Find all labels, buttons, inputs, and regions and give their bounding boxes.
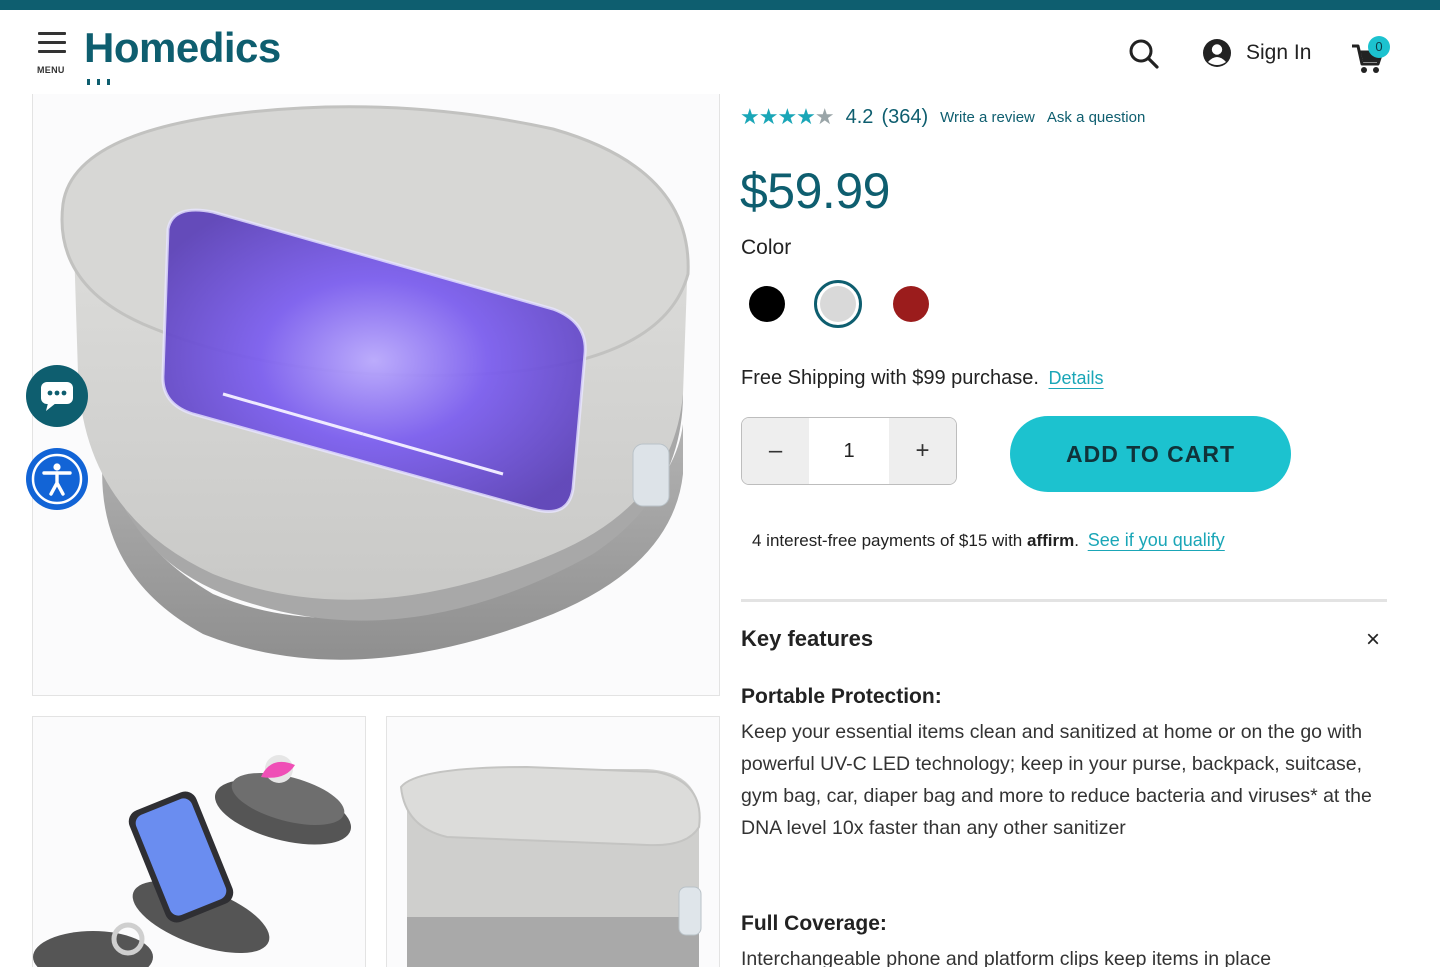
main-product-image[interactable] — [32, 94, 720, 696]
review-count[interactable]: (364) — [881, 106, 928, 129]
affirm-text: 4 interest-free payments of $15 with — [752, 531, 1023, 550]
cart-button[interactable]: 0 — [1350, 36, 1394, 74]
feature-description: Keep your essential items clean and sani… — [741, 721, 1372, 839]
affirm-logo: affirm — [1026, 531, 1075, 550]
feature-heading: Portable Protection: — [741, 685, 942, 708]
product-rating: ★★★★★ 4.2 (364) Write a review Ask a que… — [740, 104, 1145, 130]
user-icon — [1203, 39, 1231, 67]
swatch-dot — [749, 286, 785, 322]
swatch-dot — [893, 286, 929, 322]
rating-score: 4.2 — [845, 105, 874, 128]
menu-icon-bar — [38, 41, 66, 44]
bag-side-image — [399, 765, 702, 967]
feature-heading: Full Coverage: — [741, 912, 887, 935]
chat-button[interactable] — [26, 365, 88, 427]
key-features-title[interactable]: Key features — [741, 626, 873, 652]
ask-question-link[interactable]: Ask a question — [1047, 109, 1145, 126]
quantity-stepper: – 1 + — [741, 417, 957, 485]
affirm-qualify-link[interactable]: See if you qualify — [1088, 530, 1225, 550]
affirm-financing: 4 interest-free payments of $15 with aff… — [752, 530, 1225, 551]
thumbnail-bag-side[interactable] — [386, 716, 720, 967]
site-header: MENU Homedics Sign In 0 — [0, 10, 1440, 94]
phone-clips-image — [33, 755, 352, 967]
color-swatch-black[interactable] — [743, 280, 791, 328]
swatch-dot — [820, 286, 856, 322]
accessibility-icon — [31, 453, 83, 505]
color-label: Color — [741, 236, 792, 259]
menu-button[interactable]: MENU — [36, 32, 72, 76]
section-divider — [741, 599, 1387, 602]
color-swatch-grey[interactable] — [814, 280, 862, 328]
close-icon[interactable]: × — [1360, 626, 1386, 654]
accessibility-button[interactable] — [26, 448, 88, 510]
shipping-text: Free Shipping with $99 purchase. — [741, 367, 1039, 389]
quantity-decrease-button[interactable]: – — [742, 418, 809, 484]
menu-label: MENU — [37, 65, 65, 75]
feature-description: Interchangeable phone and platform clips… — [741, 948, 1272, 967]
sign-in-label: Sign In — [1246, 41, 1312, 64]
cart-count-badge: 0 — [1368, 36, 1390, 58]
logo-marks — [87, 72, 117, 85]
star-rating-icons: ★★★★★ — [740, 104, 835, 129]
thumbnail-clips[interactable] — [32, 716, 366, 967]
search-icon[interactable] — [1128, 38, 1160, 70]
quantity-input[interactable]: 1 — [809, 418, 889, 484]
color-swatch-red[interactable] — [887, 280, 935, 328]
uv-sanitizer-bag-image — [60, 105, 690, 660]
product-price: $59.99 — [740, 163, 890, 219]
write-review-link[interactable]: Write a review — [940, 109, 1035, 126]
affirm-period: . — [1074, 531, 1079, 550]
chat-icon — [41, 382, 73, 411]
menu-icon-bar — [38, 50, 66, 53]
homedics-logo[interactable]: Homedics — [84, 24, 281, 72]
top-accent-bar — [0, 0, 1440, 10]
shipping-info: Free Shipping with $99 purchase. Details — [741, 367, 1104, 390]
shipping-details-link[interactable]: Details — [1049, 368, 1104, 388]
sign-in-link[interactable]: Sign In — [1202, 36, 1311, 70]
quantity-increase-button[interactable]: + — [889, 418, 956, 484]
add-to-cart-button[interactable]: ADD TO CART — [1010, 416, 1291, 492]
menu-icon — [38, 32, 66, 35]
